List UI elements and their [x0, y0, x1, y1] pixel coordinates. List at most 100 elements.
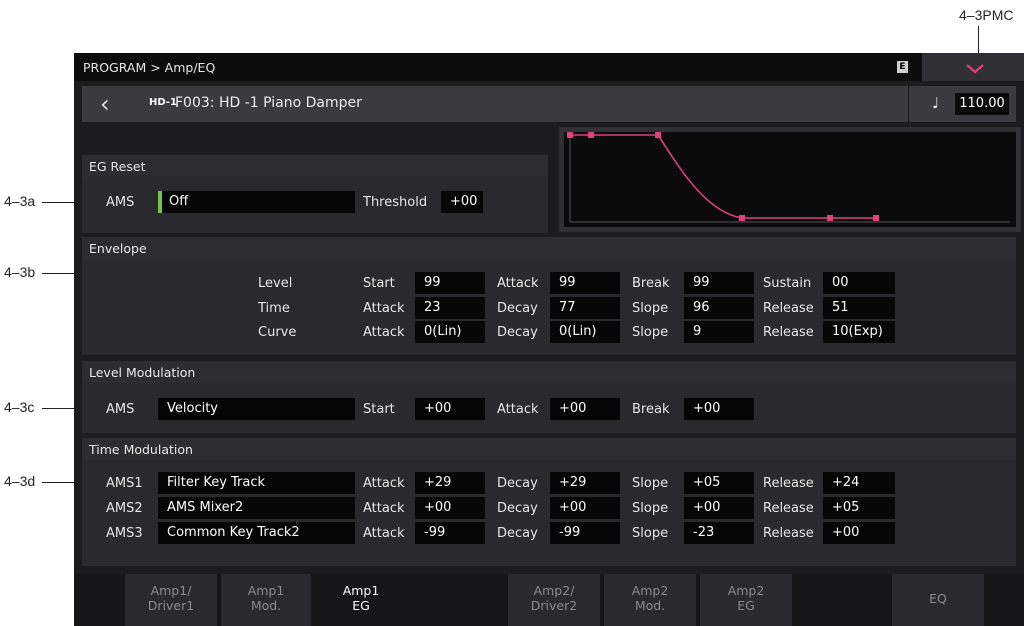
level-break-label: Break [632, 276, 670, 291]
tab-label-line2: EG [352, 598, 370, 613]
tab-label-line1: Amp1 [247, 583, 285, 598]
time-mod-ams1-decay-field[interactable]: +29 [550, 472, 620, 494]
time-mod-ams2-slope-field[interactable]: +00 [684, 497, 754, 519]
time-mod-ams2-attack-label: Attack [363, 501, 405, 516]
ams-indicator [158, 191, 162, 213]
time-modulation-header: Time Modulation [82, 438, 1016, 460]
eg-reset-ams-value: Off [169, 194, 189, 209]
curve-slope-label: Slope [632, 325, 669, 340]
envelope-row-label: Curve [258, 325, 297, 340]
time-mod-ams3-attack-label: Attack [363, 526, 405, 541]
time-mod-ams3-source-field[interactable]: Common Key Track2 [158, 522, 355, 544]
eg-reset-ams-field[interactable]: Off [158, 191, 355, 213]
quarter-note-icon: ♩ [932, 94, 940, 112]
tab-label-line2: Driver1 [147, 598, 195, 613]
time-mod-ams2-source-field[interactable]: AMS Mixer2 [158, 497, 355, 519]
breadcrumb: PROGRAM > Amp/EQ [83, 60, 216, 75]
time-mod-ams2-decay-field[interactable]: +00 [550, 497, 620, 519]
time-mod-ams1-decay-label: Decay [497, 476, 538, 491]
time-mod-ams1-release-field[interactable]: +24 [823, 472, 895, 494]
callout-4-3d: 4–3d [4, 473, 36, 489]
curve-decay-field[interactable]: 0(Lin) [550, 321, 620, 343]
time-mod-ams3-release-field[interactable]: +00 [823, 522, 895, 544]
time-mod-ams1-release-label: Release [763, 476, 814, 491]
tab-amp2-eg[interactable]: Amp2 EG [700, 574, 792, 626]
level-attack-label: Attack [497, 276, 539, 291]
tab-amp2-driver2[interactable]: Amp2/Driver2 [508, 574, 600, 626]
level-mod-break-field[interactable]: +00 [684, 398, 754, 420]
tempo-field[interactable]: 110.00 [955, 93, 1009, 115]
curve-slope-field[interactable]: 9 [684, 321, 754, 343]
time-slope-label: Slope [632, 301, 669, 316]
envelope-title: Envelope [89, 241, 147, 256]
envelope-graph-canvas [564, 132, 1016, 227]
time-decay-field[interactable]: 77 [550, 297, 620, 319]
time-release-label: Release [763, 301, 814, 316]
divider [908, 86, 909, 122]
top-bar: PROGRAM > Amp/EQ E [74, 53, 1024, 81]
level-break-field[interactable]: 99 [684, 272, 754, 294]
level-mod-attack-field[interactable]: +00 [550, 398, 620, 420]
time-mod-ams1-attack-label: Attack [363, 476, 405, 491]
time-mod-ams2-decay-label: Decay [497, 501, 538, 516]
tab-amp1-driver1[interactable]: Amp1/Driver1 [125, 574, 217, 626]
time-mod-ams1-slope-label: Slope [632, 476, 669, 491]
tab-label-line2: Mod. [634, 598, 666, 613]
time-mod-ams2-attack-field[interactable]: +00 [415, 497, 485, 519]
level-mod-start-label: Start [363, 402, 395, 417]
level-sustain-field[interactable]: 00 [823, 272, 895, 294]
page-tabs: Amp1/Driver1 Amp1 Mod. Amp1 EG Amp2/Driver2 Am… [74, 574, 1024, 626]
level-mod-break-label: Break [632, 402, 670, 417]
tab-label-line1: EQ [929, 591, 947, 606]
tab-label-line1: Amp2 [727, 583, 765, 598]
time-mod-ams2-release-label: Release [763, 501, 814, 516]
level-modulation-header: Level Modulation [82, 361, 1016, 383]
tab-label-line1: Amp2 [631, 583, 669, 598]
chevron-down-icon [966, 57, 984, 77]
envelope-row-label: Level [258, 276, 293, 291]
time-slope-field[interactable]: 96 [684, 297, 754, 319]
envelope-row-label: Time [258, 301, 290, 316]
level-mod-ams-label: AMS [106, 402, 135, 417]
tab-amp1-mod[interactable]: Amp1 Mod. [221, 574, 311, 626]
time-mod-ams1-slope-field[interactable]: +05 [684, 472, 754, 494]
pmc-toggle-button[interactable] [922, 53, 1024, 81]
time-mod-ams3-slope-field[interactable]: -23 [684, 522, 754, 544]
envelope-graph [559, 127, 1021, 232]
time-decay-label: Decay [497, 301, 538, 316]
tab-label-line1: Amp1 [342, 583, 380, 598]
time-mod-ams2-label: AMS2 [106, 501, 143, 516]
time-attack-field[interactable]: 23 [415, 297, 485, 319]
time-mod-ams3-decay-label: Decay [497, 526, 538, 541]
level-attack-field[interactable]: 99 [550, 272, 620, 294]
time-mod-ams3-release-label: Release [763, 526, 814, 541]
level-start-field[interactable]: 99 [415, 272, 485, 294]
time-mod-ams3-decay-field[interactable]: -99 [550, 522, 620, 544]
hd1-logo: HD-1 [149, 97, 177, 108]
time-mod-ams2-release-field[interactable]: +05 [823, 497, 895, 519]
tab-eq[interactable]: EQ [892, 574, 984, 626]
eg-reset-header: EG Reset [82, 155, 548, 177]
envelope-header: Envelope [82, 237, 1016, 259]
back-arrow-icon[interactable]: ‹ [100, 90, 110, 118]
level-mod-attack-label: Attack [497, 402, 539, 417]
program-name[interactable]: F003: HD -1 Piano Damper [175, 95, 362, 111]
eg-reset-ams-label: AMS [106, 195, 135, 210]
time-mod-ams2-slope-label: Slope [632, 501, 669, 516]
threshold-field[interactable]: +00 [441, 191, 483, 213]
level-modulation-title: Level Modulation [89, 365, 196, 380]
tab-amp1-eg[interactable]: Amp1 EG [313, 574, 409, 626]
time-mod-ams3-attack-field[interactable]: -99 [415, 522, 485, 544]
curve-release-label: Release [763, 325, 814, 340]
time-release-field[interactable]: 51 [823, 297, 895, 319]
curve-attack-field[interactable]: 0(Lin) [415, 321, 485, 343]
curve-release-field[interactable]: 10(Exp) [823, 321, 895, 343]
time-mod-ams1-source-field[interactable]: Filter Key Track [158, 472, 355, 494]
program-title-bar: ‹ HD-1 F003: HD -1 Piano Damper ♩ 110.00 [82, 86, 1016, 122]
level-mod-ams-field[interactable]: Velocity [158, 398, 355, 420]
time-mod-ams1-attack-field[interactable]: +29 [415, 472, 485, 494]
time-attack-label: Attack [363, 301, 405, 316]
time-modulation-title: Time Modulation [89, 442, 193, 457]
tab-amp2-mod[interactable]: Amp2 Mod. [604, 574, 696, 626]
level-mod-start-field[interactable]: +00 [415, 398, 485, 420]
